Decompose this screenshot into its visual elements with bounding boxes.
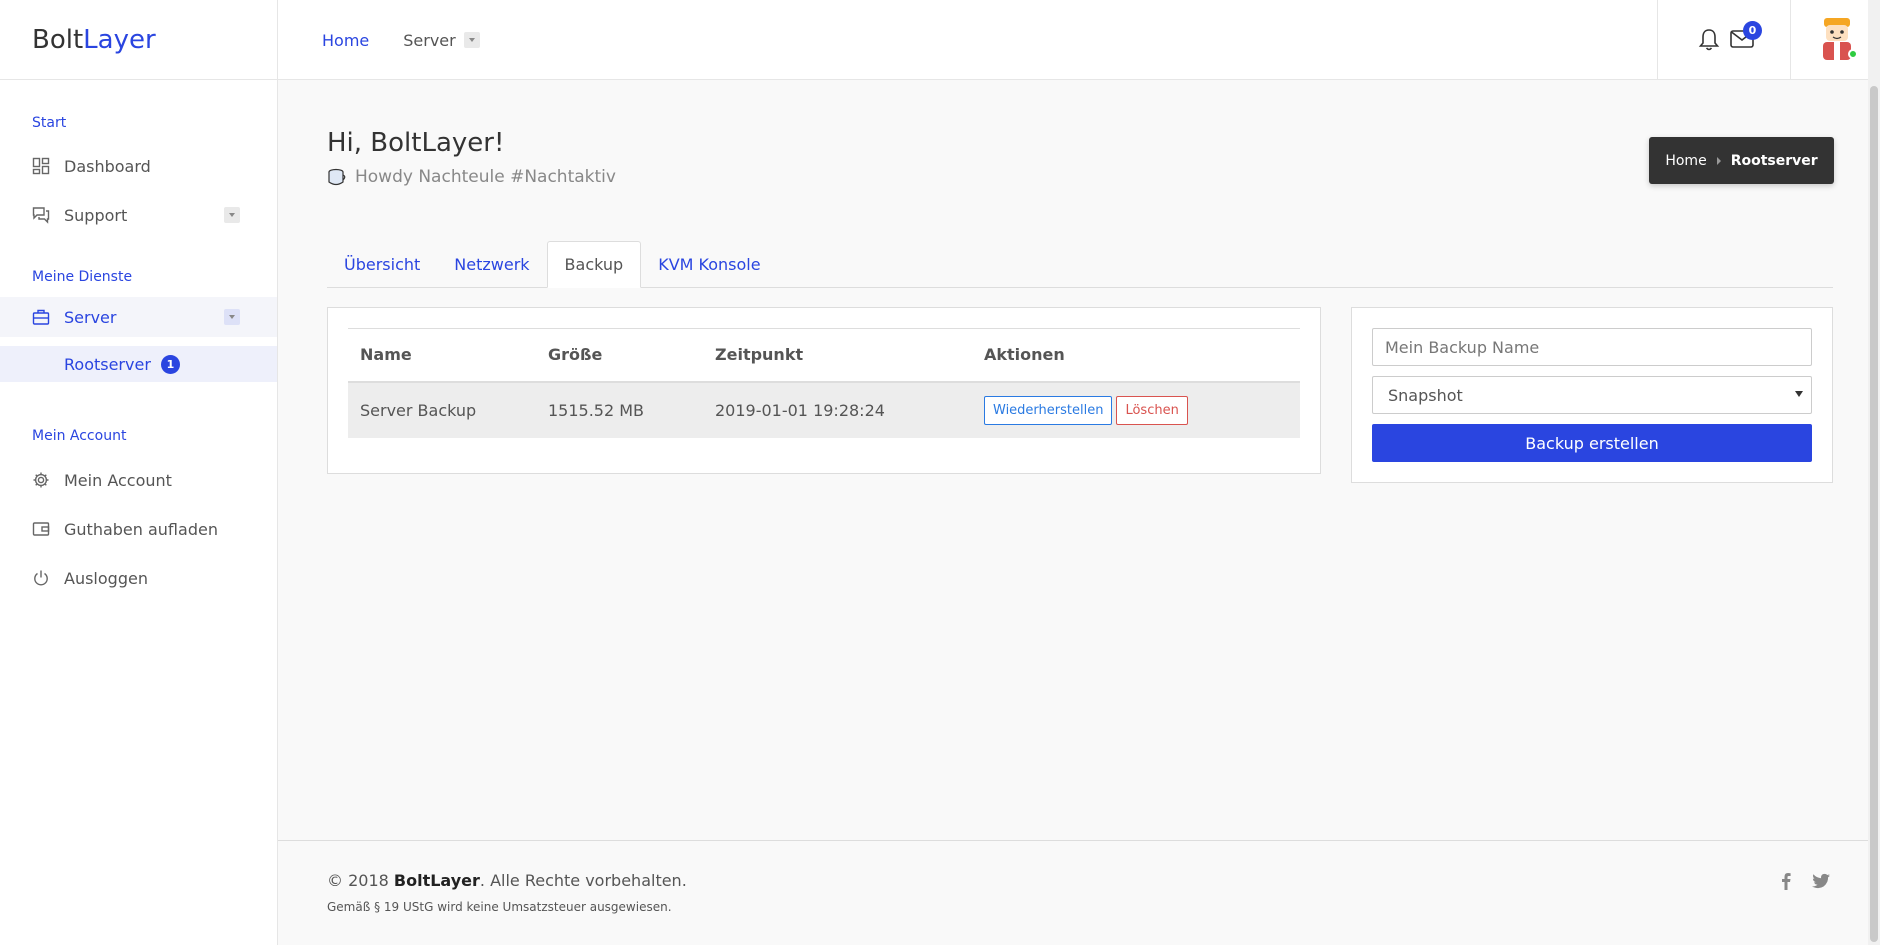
nav-server-label: Server bbox=[403, 30, 456, 50]
sidebar: Start Dashboard Support Meine Dienste Se… bbox=[0, 80, 278, 945]
dashboard-icon bbox=[32, 157, 50, 175]
online-status-dot bbox=[1848, 49, 1858, 59]
coffee-icon bbox=[328, 168, 346, 186]
breadcrumb-separator-icon bbox=[1716, 156, 1721, 165]
briefcase-icon bbox=[32, 309, 50, 325]
scrollbar-thumb[interactable] bbox=[1870, 86, 1878, 942]
table-row: Server Backup 1515.52 MB 2019-01-01 19:2… bbox=[348, 381, 1300, 438]
top-bar: Bolt Layer Home Server 0 bbox=[0, 0, 1880, 80]
rootserver-count-badge: 1 bbox=[160, 354, 180, 374]
tab-backup[interactable]: Backup bbox=[546, 241, 642, 288]
sidebar-label-my-account: Mein Account bbox=[64, 470, 172, 490]
facebook-icon[interactable] bbox=[1777, 871, 1795, 891]
page-title: Hi, BoltLayer! bbox=[327, 128, 505, 158]
backup-name-input[interactable] bbox=[1372, 328, 1812, 366]
column-header-size: Größe bbox=[536, 328, 703, 383]
sidebar-heading-account: Mein Account bbox=[32, 428, 127, 444]
mail-count-badge: 0 bbox=[1743, 21, 1762, 40]
wallet-icon bbox=[32, 522, 50, 536]
sidebar-item-dashboard[interactable]: Dashboard bbox=[0, 146, 277, 186]
backup-actions: Wiederherstellen Löschen bbox=[972, 381, 1300, 438]
nav-home[interactable]: Home bbox=[322, 31, 369, 50]
sidebar-label-support: Support bbox=[64, 205, 128, 225]
column-header-actions: Aktionen bbox=[972, 328, 1300, 383]
create-backup-card: Snapshot Backup erstellen bbox=[1351, 307, 1833, 483]
notification-area: 0 bbox=[1657, 0, 1791, 80]
social-links bbox=[1777, 871, 1831, 891]
page-scrollbar[interactable] bbox=[1868, 0, 1880, 945]
nav-server-dropdown[interactable]: Server bbox=[403, 30, 480, 50]
backup-type-select[interactable]: Snapshot bbox=[1372, 376, 1812, 414]
sidebar-heading-services: Meine Dienste bbox=[32, 269, 133, 285]
create-backup-button[interactable]: Backup erstellen bbox=[1372, 424, 1812, 462]
tab-bar: Übersicht Netzwerk Backup KVM Konsole bbox=[327, 241, 1833, 288]
page-subtitle-text: Howdy Nachteule #Nachtaktiv bbox=[355, 167, 616, 187]
chat-icon bbox=[32, 207, 50, 224]
tab-kvm-console[interactable]: KVM Konsole bbox=[641, 241, 777, 287]
twitter-icon[interactable] bbox=[1811, 871, 1831, 891]
brand-logo[interactable]: Bolt Layer bbox=[0, 0, 278, 80]
breadcrumb-home[interactable]: Home bbox=[1665, 153, 1706, 169]
caret-down-icon bbox=[1795, 391, 1803, 397]
copyright: © 2018 BoltLayer. Alle Rechte vorbehalte… bbox=[327, 871, 687, 890]
chevron-down-icon bbox=[463, 32, 480, 48]
sidebar-label-server: Server bbox=[64, 307, 117, 327]
power-icon bbox=[34, 570, 48, 586]
sidebar-item-server[interactable]: Server bbox=[0, 297, 277, 337]
backup-list-card: Name Größe Zeitpunkt Aktionen Server Bac… bbox=[327, 307, 1321, 474]
sidebar-item-support[interactable]: Support bbox=[0, 195, 277, 235]
backup-name: Server Backup bbox=[348, 381, 536, 438]
breadcrumb-current: Rootserver bbox=[1730, 152, 1818, 169]
delete-button[interactable]: Löschen bbox=[1116, 395, 1188, 425]
sidebar-label-dashboard: Dashboard bbox=[64, 156, 151, 176]
sidebar-label-logout: Ausloggen bbox=[64, 568, 148, 588]
copyright-brand: BoltLayer bbox=[393, 871, 480, 890]
sidebar-item-my-account[interactable]: Mein Account bbox=[0, 460, 277, 500]
footer: © 2018 BoltLayer. Alle Rechte vorbehalte… bbox=[278, 840, 1868, 945]
tax-note: Gemäß § 19 UStG wird keine Umsatzsteuer … bbox=[327, 900, 672, 914]
restore-button[interactable]: Wiederherstellen bbox=[984, 395, 1113, 425]
copyright-suffix: . Alle Rechte vorbehalten. bbox=[479, 871, 687, 890]
column-header-time: Zeitpunkt bbox=[703, 328, 972, 383]
backup-type-value: Snapshot bbox=[1388, 385, 1463, 405]
page-subtitle: Howdy Nachteule #Nachtaktiv bbox=[327, 167, 616, 187]
copyright-prefix: © 2018 bbox=[327, 871, 394, 890]
brand-part1: Bolt bbox=[32, 25, 84, 55]
sidebar-item-rootserver[interactable]: Rootserver 1 bbox=[0, 346, 277, 382]
sidebar-label-topup: Guthaben aufladen bbox=[64, 519, 218, 539]
sidebar-item-logout[interactable]: Ausloggen bbox=[0, 558, 277, 598]
sidebar-heading-start: Start bbox=[32, 115, 67, 131]
table-header-row: Name Größe Zeitpunkt Aktionen bbox=[348, 328, 1300, 383]
breadcrumb: Home Rootserver bbox=[1649, 137, 1834, 184]
bell-icon[interactable] bbox=[1698, 28, 1720, 52]
top-nav: Home Server bbox=[322, 0, 480, 80]
backup-time: 2019-01-01 19:28:24 bbox=[703, 381, 972, 438]
backup-table: Name Größe Zeitpunkt Aktionen Server Bac… bbox=[348, 328, 1300, 438]
gear-icon bbox=[33, 472, 49, 488]
chevron-down-icon bbox=[224, 309, 240, 325]
chevron-down-icon bbox=[224, 207, 240, 223]
sidebar-label-rootserver: Rootserver bbox=[64, 354, 151, 374]
tab-network[interactable]: Netzwerk bbox=[437, 241, 546, 287]
column-header-name: Name bbox=[348, 328, 536, 383]
tab-overview[interactable]: Übersicht bbox=[327, 241, 437, 287]
brand-part2: Layer bbox=[83, 25, 156, 55]
backup-size: 1515.52 MB bbox=[536, 381, 703, 438]
sidebar-item-topup[interactable]: Guthaben aufladen bbox=[0, 509, 277, 549]
